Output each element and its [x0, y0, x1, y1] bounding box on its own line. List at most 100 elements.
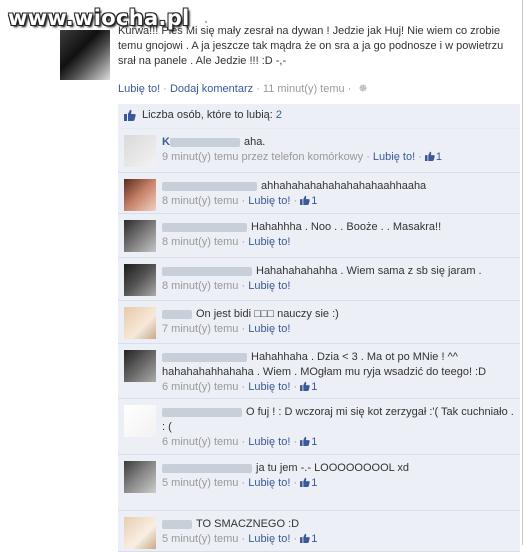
post-time: 11 minut(y) temu [262, 83, 345, 95]
comment-text-line: TO SMACZNEGO :D [162, 517, 514, 532]
thumbs-up-icon [424, 151, 435, 161]
comment-like-link[interactable]: Lubię to! [248, 280, 290, 292]
redacted-name [162, 309, 192, 319]
comment-text-line: On jest bidi □□□ nauczy sie :) [162, 307, 514, 322]
commenter-name[interactable]: K [162, 136, 170, 148]
comment-item: Hahahhha . Noo . . Booże . . Masakra!! 8 … [118, 214, 520, 258]
comment-like-count[interactable]: 1 [300, 381, 317, 393]
redacted-name [162, 181, 257, 191]
comment-body: Hahahhha . Noo . . Booże . . Masakra!! 8 … [162, 220, 514, 250]
like-count-number: 1 [311, 381, 318, 393]
comment-text-line: ahhahahahahahahahahaahhaaha [162, 179, 514, 194]
post-like-link[interactable]: Lubię to! [118, 83, 160, 95]
comment-text: aha. [243, 136, 266, 148]
commenter-avatar[interactable] [124, 350, 156, 382]
meta-separator: · [363, 151, 373, 163]
like-count-number: 1 [311, 436, 318, 448]
comment-text: ja tu jem -.- LOOOOOOOOL xd [256, 462, 410, 474]
comment-like-link[interactable]: Lubię to! [248, 381, 290, 393]
post-text: Kurwa!!! Pies Mi się mały zesrał na dywa… [118, 25, 504, 67]
comment-like-count[interactable]: 1 [300, 436, 317, 448]
like-count-number: 1 [311, 533, 318, 545]
post-sep-3: · [344, 83, 355, 95]
redacted-name [162, 266, 252, 276]
comment-text-line: O fuj ! : D wczoraj mi się kot zerzygał … [162, 405, 514, 435]
comment-text: TO SMACZNEGO :D [196, 518, 300, 530]
comment-item: On jest bidi □□□ nauczy sie :) 7 minut(y)… [118, 301, 520, 344]
thumbs-up-icon [300, 381, 310, 391]
commenter-avatar[interactable] [124, 264, 156, 296]
comment-like-count[interactable]: 1 [300, 477, 317, 489]
post-avatar[interactable] [60, 30, 110, 80]
comment-time: 5 minut(y) temu [162, 533, 239, 545]
comment-item: Hahahahahahha . Wiem sama z sb się jaram… [118, 258, 520, 301]
comment-text: On jest bidi □□□ nauczy sie :) [196, 308, 339, 320]
commenter-avatar[interactable] [124, 461, 156, 493]
meta-separator: · [290, 477, 301, 489]
comment-like-link[interactable]: Lubię to! [248, 436, 290, 448]
redacted-name [162, 352, 247, 362]
comment-like-link[interactable]: Lubię to! [248, 533, 290, 545]
redacted-name [169, 137, 240, 147]
watermark: www.wiocha.pl [8, 6, 190, 30]
comment-like-count[interactable]: 1 [300, 195, 317, 207]
comment-like-link[interactable]: Lubię to! [373, 151, 415, 163]
meta-separator: · [238, 323, 249, 335]
comment-time: 6 minut(y) temu [162, 436, 239, 448]
meta-separator: · [238, 533, 249, 545]
post-sep-2: · [253, 83, 263, 95]
commenter-avatar[interactable] [124, 135, 156, 167]
post-sep: · [160, 83, 170, 95]
likes-count[interactable]: 2 [276, 109, 282, 121]
comment-item: TO SMACZNEGO :D 5 minut(y) temu · Lubię t… [118, 511, 520, 552]
thumbs-up-icon [300, 436, 310, 446]
post-comment-link[interactable]: Dodaj komentarz [170, 83, 253, 95]
comment-time: 8 minut(y) temu [162, 236, 239, 248]
comment-like-link[interactable]: Lubię to! [248, 323, 290, 335]
comment-text: ahhahahahahahahahahaahhaaha [261, 180, 427, 192]
comment-text-line: Hahahahahahha . Wiem sama z sb się jaram… [162, 264, 514, 279]
comment-item: Hahahhaha . Dzia < 3 . Ma ot po MNie ! ^… [118, 344, 520, 399]
comment-text-line: ja tu jem -.- LOOOOOOOOL xd [162, 461, 514, 476]
comment-like-count[interactable]: 1 [300, 533, 317, 545]
thumbs-up-icon [300, 195, 310, 205]
thumbs-up-icon [300, 477, 310, 487]
redacted-name [162, 519, 192, 529]
comment-like-link[interactable]: Lubię to! [248, 477, 290, 489]
right-border [522, 0, 523, 545]
comment-body: ja tu jem -.- LOOOOOOOOL xd 5 minut(y) te… [162, 461, 514, 491]
comment-like-link[interactable]: Lubię to! [248, 236, 290, 248]
comment-meta: 5 minut(y) temu · Lubię to! · 1 [162, 476, 514, 491]
meta-separator: · [290, 381, 301, 393]
meta-separator: · [290, 195, 301, 207]
commenter-avatar[interactable] [124, 405, 156, 437]
likes-label: Liczba osób, które to lubią: [142, 109, 276, 121]
commenter-avatar[interactable] [124, 307, 156, 339]
thumbs-up-icon [124, 109, 136, 121]
commenter-avatar[interactable] [124, 517, 156, 549]
gear-icon[interactable]: ✵ [358, 82, 367, 95]
comment-like-link[interactable]: Lubię to! [248, 195, 290, 207]
redacted-name [162, 407, 242, 417]
comment-text: Hahahahahahha . Wiem sama z sb się jaram… [256, 265, 482, 277]
comment-time: 8 minut(y) temu [162, 280, 239, 292]
comment-item: O fuj ! : D wczoraj mi się kot zerzygał … [118, 399, 520, 455]
meta-separator: · [238, 236, 249, 248]
redacted-name [162, 463, 252, 473]
comment-time: 9 minut(y) temu przez telefon komórkowy [162, 151, 364, 163]
comment-like-count[interactable]: 1 [424, 151, 442, 163]
post-meta: Lubię to! · Dodaj komentarz · 11 minut(y… [118, 82, 368, 95]
comment-time: 5 minut(y) temu [162, 477, 239, 489]
comment-meta: 8 minut(y) temu · Lubię to! [162, 279, 514, 294]
likes-bar: Liczba osób, które to lubią: 2 [118, 104, 520, 129]
commenter-avatar[interactable] [124, 220, 156, 252]
comment-body: Hahahahahahha . Wiem sama z sb się jaram… [162, 264, 514, 294]
meta-separator: · [238, 280, 249, 292]
like-count-number: 1 [311, 477, 318, 489]
meta-separator: · [290, 533, 301, 545]
comment-text-line: Hahahhaha . Dzia < 3 . Ma ot po MNie ! ^… [162, 350, 514, 380]
commenter-avatar[interactable] [124, 179, 156, 211]
comment-item: Kaha. 9 minut(y) temu przez telefon komór… [118, 129, 520, 173]
comment-meta: 9 minut(y) temu przez telefon komórkowy … [162, 150, 514, 165]
comment-body: ahhahahahahahahahahaahhaaha 8 minut(y) te… [162, 179, 514, 209]
